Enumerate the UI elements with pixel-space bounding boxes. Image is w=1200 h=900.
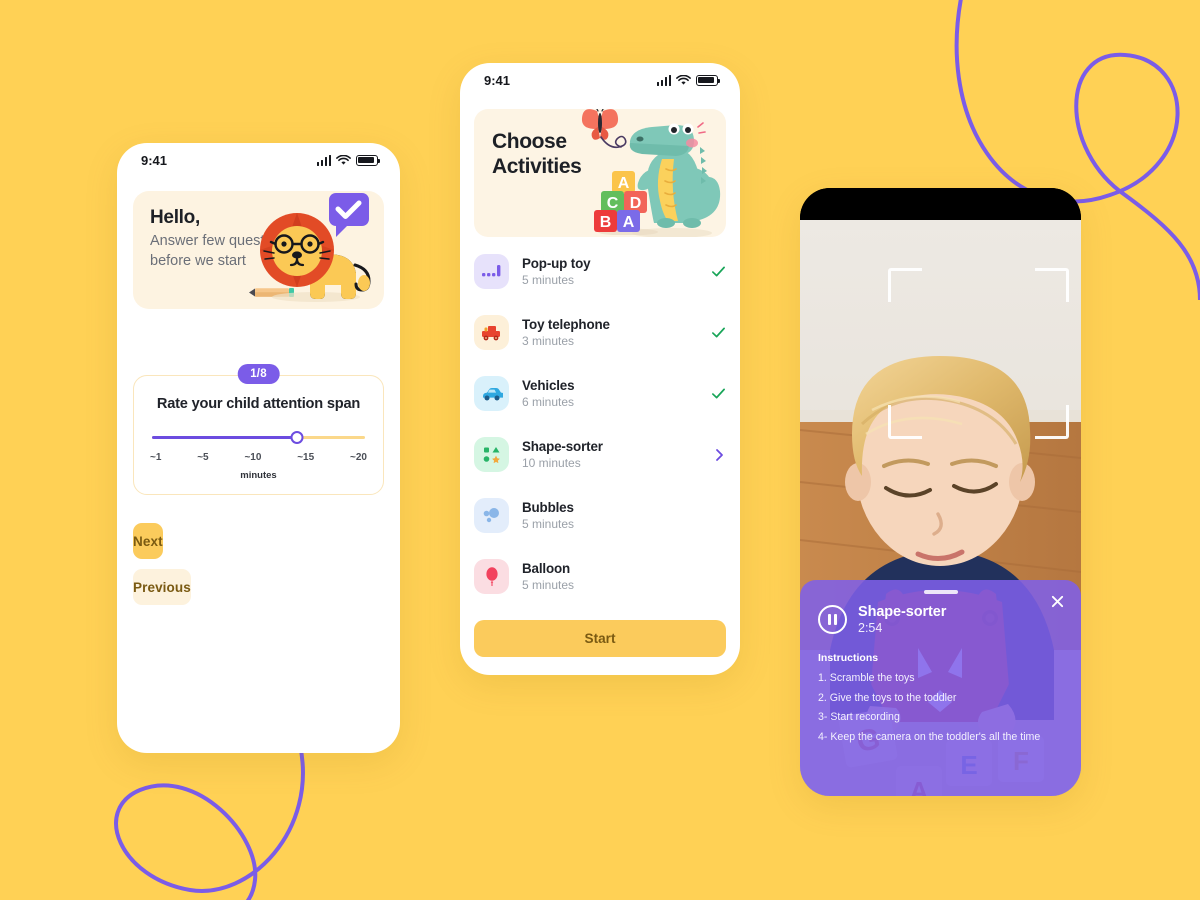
camera-viewfinder[interactable]: G E F A Shape-sorter 2:54 [800,220,1081,796]
status-bar-time: 9:41 [484,72,511,88]
previous-button[interactable]: Previous [133,569,191,605]
hero-card: Hello, Answer few questions before we st… [133,191,384,309]
instructions-label: Instructions [818,652,879,664]
list-item[interactable]: Pop-up toy 5 minutes [474,241,726,302]
activity-icon-wrap [474,559,509,594]
slider-tick: ~1 [150,452,162,463]
list-item[interactable]: Balloon 5 minutes [474,546,726,607]
svg-text:A: A [618,175,630,192]
slider-tick: ~15 [297,452,315,463]
start-button[interactable]: Start [474,620,726,657]
camera-notch [800,188,1081,220]
activity-duration: 3 minutes [522,334,575,348]
instructions-panel: Shape-sorter 2:54 Instructions 1. Scramb… [800,580,1081,796]
activity-name: Bubbles [522,500,574,515]
activities-list: Pop-up toy 5 minutes Toy telephone 3 min… [460,237,740,607]
lion-with-glasses-illustration [260,193,371,302]
focus-bracket-icon [1035,405,1069,439]
slider-tick: ~10 [244,452,262,463]
list-item[interactable]: Bubbles 5 minutes [474,485,726,546]
activity-title: Shape-sorter [858,604,947,620]
alphabet-blocks-icon: A C D B A [594,171,658,235]
activity-duration: 5 minutes [522,578,575,592]
shapes-icon [483,447,500,463]
activity-icon-wrap [474,498,509,533]
balloon-icon [485,567,498,586]
focus-bracket-icon [888,268,922,302]
instruction-step: 1. Scramble the toys [818,672,915,684]
list-item[interactable]: Shape-sorter 10 minutes [474,424,726,485]
hero-card: Choose Activities A C D B A [474,109,726,237]
activity-name: Toy telephone [522,317,610,332]
check-icon [712,266,725,277]
activity-duration: 5 minutes [522,273,575,287]
timer: 2:54 [858,621,883,635]
phone-activities-screen: 9:41 Choose Activities A C D B A Pop-up … [460,63,740,675]
phone-onboarding-screen: 9:41 Hello, Answer few questions before … [117,143,400,753]
activity-duration: 6 minutes [522,395,575,409]
chevron-right-icon[interactable] [712,448,726,462]
activity-icon-wrap [474,254,509,289]
check-icon [712,388,725,399]
slider-unit-label: minutes [240,470,277,481]
slider-tick: ~20 [350,452,367,463]
slider-tick: ~5 [197,452,209,463]
instruction-step: 3- Start recording [818,711,900,724]
activity-name: Pop-up toy [522,256,591,271]
activity-icon-wrap [474,437,509,472]
pause-icon[interactable] [818,605,847,634]
battery-icon [696,74,721,86]
list-item[interactable]: Vehicles 6 minutes [474,363,726,424]
attention-span-slider[interactable] [152,431,365,445]
activity-name: Vehicles [522,378,575,393]
next-button[interactable]: Next [133,523,163,559]
status-bar-time: 9:41 [141,152,168,168]
svg-text:C: C [607,195,619,212]
svg-text:A: A [623,214,635,231]
slider-thumb[interactable] [290,431,304,444]
focus-bracket-icon [888,405,922,439]
activity-duration: 5 minutes [522,517,575,531]
activity-icon-wrap [474,315,509,350]
status-bar: 9:41 [117,143,400,177]
wifi-icon [336,154,351,165]
step-badge: 1/8 [237,364,280,384]
wifi-icon [676,74,691,85]
status-bar: 9:41 [460,63,740,97]
bar-chart-icon [482,265,501,277]
question-text: Rate your child attention span [156,396,361,412]
close-icon[interactable] [1050,594,1065,609]
bubbles-icon [483,508,499,523]
activity-name: Balloon [522,561,571,576]
instruction-step: 4- Keep the camera on the toddler's all … [818,730,1041,743]
activity-duration: 10 minutes [522,456,581,470]
signal-bars-icon [316,154,331,166]
focus-bracket-icon [1035,268,1069,302]
playback-header: Shape-sorter 2:54 [818,604,1063,635]
activity-name: Shape-sorter [522,439,603,454]
phone-camera-screen: G E F A Shape-sorter 2:54 [800,188,1081,796]
car-icon [482,387,503,400]
activity-icon-wrap [474,376,509,411]
svg-text:B: B [600,214,612,231]
toy-train-icon [482,326,500,341]
svg-text:D: D [630,195,642,212]
battery-icon [356,154,381,166]
slider-fill [152,436,297,439]
signal-bars-icon [656,74,671,86]
drag-handle-icon[interactable] [923,590,958,594]
question-card: 1/8 Rate your child attention span ~1 ~5… [133,364,384,495]
list-item[interactable]: Toy telephone 3 minutes [474,302,726,363]
instruction-step: 2. Give the toys to the toddler [818,691,957,704]
slider-tick-labels: ~1 ~5 ~10 ~15 ~20 [150,452,367,463]
check-icon [712,327,725,338]
